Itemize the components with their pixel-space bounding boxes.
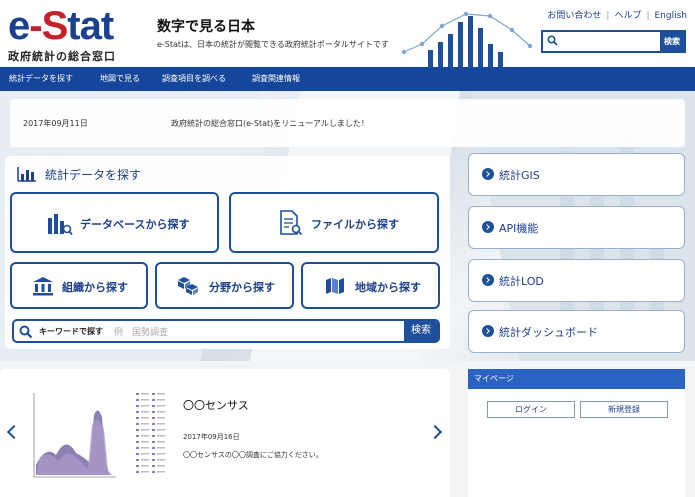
chevron-left-icon[interactable] xyxy=(4,425,18,439)
region-search-button[interactable]: 地域から探す xyxy=(301,262,440,309)
search-icon xyxy=(19,325,33,339)
search-icon xyxy=(547,35,558,46)
file-search-button[interactable]: ファイルから探す xyxy=(229,192,439,253)
header-chart-illustration xyxy=(401,11,533,68)
keyword-search: キーワードで探す 検索 xyxy=(12,319,440,343)
header-search: 検索 xyxy=(541,30,686,53)
field-search-label: 分野から探す xyxy=(209,281,275,294)
chevron-right-icon xyxy=(482,325,494,337)
nav-item-survey-info[interactable]: 調査関連情報 xyxy=(252,67,300,91)
side-button-lod[interactable]: 統計LOD xyxy=(468,259,685,302)
region-search-label: 地域から探す xyxy=(355,281,421,294)
logo-mark: e-Stat xyxy=(8,4,114,48)
side-button-api[interactable]: API機能 xyxy=(468,206,685,249)
nav-item-find-data[interactable]: 統計データを探す xyxy=(9,67,73,91)
tagline-subtitle: e-Statは、日本の統計が閲覧できる政府統計ポータルサイトです xyxy=(157,40,389,49)
hero-area: 2017年09月11日 政府統計の総合窓口(e-Stat)をリニューアルしました… xyxy=(0,91,695,361)
boxes-icon xyxy=(178,277,198,295)
feature-carousel: 〇〇センサス 2017年09月16日 〇〇センサスの〇〇調査にご協力ください。 xyxy=(0,369,450,497)
panel-title-text: 統計データを探す xyxy=(45,168,142,182)
carousel-title[interactable]: 〇〇センサス xyxy=(183,397,249,413)
util-separator: | xyxy=(606,11,610,21)
file-search-icon xyxy=(280,210,303,236)
util-link-english[interactable]: English xyxy=(655,11,688,21)
field-search-button[interactable]: 分野から探す xyxy=(155,262,294,309)
news-date: 2017年09月11日 xyxy=(23,119,88,128)
news-headline[interactable]: 政府統計の総合窓口(e-Stat)をリニューアルしました！ xyxy=(171,118,369,129)
org-search-button[interactable]: 組織から探す xyxy=(10,262,148,309)
nav-item-survey-items[interactable]: 調査項目を調べる xyxy=(162,67,226,91)
mypage-title: マイページ xyxy=(468,369,685,389)
database-search-button[interactable]: データベースから探す xyxy=(10,192,219,253)
nav-item-map[interactable]: 地図で見る xyxy=(100,67,140,91)
bar-chart-icon xyxy=(17,167,36,182)
database-search-icon xyxy=(48,214,73,236)
carousel-description: 〇〇センサスの〇〇調査にご協力ください。 xyxy=(183,451,323,459)
mypage-panel: マイページ ログイン 新規登録 xyxy=(468,369,685,497)
logo-subtitle: 政府統計の総合窓口 xyxy=(8,50,116,63)
chevron-right-icon xyxy=(482,221,494,233)
util-separator: | xyxy=(646,11,650,21)
site-logo[interactable]: e-Stat 政府統計の総合窓口 xyxy=(8,4,133,63)
building-icon xyxy=(33,277,53,296)
util-link-contact[interactable]: お問い合わせ xyxy=(547,8,601,21)
main-nav: 統計データを探す 地図で見る 調査項目を調べる 調査関連情報 xyxy=(0,67,695,91)
keyword-search-button[interactable]: 検索 xyxy=(404,321,438,341)
site-header: e-Stat 政府統計の総合窓口 数字で見る日本 e-Statは、日本の統計が閲… xyxy=(0,0,695,68)
carousel-date: 2017年09月16日 xyxy=(183,433,240,441)
chevron-right-icon xyxy=(482,168,494,180)
register-button[interactable]: 新規登録 xyxy=(580,401,668,418)
header-search-button[interactable]: 検索 xyxy=(660,32,684,51)
database-search-label: データベースから探す xyxy=(80,218,190,231)
news-bar[interactable]: 2017年09月11日 政府統計の総合窓口(e-Stat)をリニューアルしました… xyxy=(10,99,685,147)
side-button-dashboard-label: 統計ダッシュボード xyxy=(499,326,598,339)
side-button-gis-label: 統計GIS xyxy=(499,169,540,182)
util-link-help[interactable]: ヘルプ xyxy=(614,8,641,21)
utility-links: お問い合わせ | ヘルプ | English xyxy=(547,8,687,21)
side-button-gis[interactable]: 統計GIS xyxy=(468,153,685,196)
side-button-lod-label: 統計LOD xyxy=(499,275,544,288)
chevron-right-icon[interactable] xyxy=(430,425,444,439)
side-button-dashboard[interactable]: 統計ダッシュボード xyxy=(468,310,685,353)
find-data-panel: 統計データを探す データベースから探す ファイルから探す 組織から探す 分野から… xyxy=(5,156,450,349)
carousel-thumbnail[interactable] xyxy=(28,385,170,485)
file-search-label: ファイルから探す xyxy=(311,218,399,231)
bottom-section: 〇〇センサス 2017年09月16日 〇〇センサスの〇〇調査にご協力ください。 … xyxy=(0,361,695,497)
keyword-search-label: キーワードで探す xyxy=(39,327,103,336)
keyword-search-input[interactable] xyxy=(114,324,399,339)
header-search-input[interactable] xyxy=(561,34,659,49)
chevron-right-icon xyxy=(482,274,494,286)
tagline-title: 数字で見る日本 xyxy=(157,19,255,35)
login-button[interactable]: ログイン xyxy=(487,401,575,418)
side-button-api-label: API機能 xyxy=(499,222,539,235)
org-search-label: 組織から探す xyxy=(62,281,128,294)
map-icon xyxy=(326,278,344,294)
